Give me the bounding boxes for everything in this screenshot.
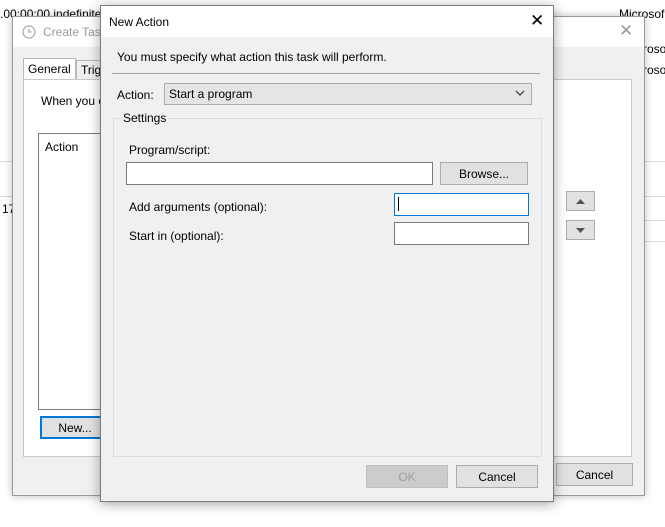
program-script-label: Program/script:	[129, 143, 211, 157]
action-select-value: Start a program	[169, 87, 253, 101]
actions-list-header: Action	[45, 140, 79, 154]
new-action-title: New Action	[109, 15, 170, 29]
text-caret	[398, 197, 399, 211]
settings-group-label: Settings	[121, 111, 169, 125]
bg-divider-right-4	[643, 241, 665, 242]
browse-button[interactable]: Browse...	[440, 162, 528, 185]
clock-icon	[22, 25, 36, 39]
bg-divider-right-3	[643, 220, 665, 221]
start-in-label: Start in (optional):	[129, 229, 224, 243]
bg-row-author-2: rosof	[643, 42, 665, 56]
close-icon[interactable]: ✕	[619, 21, 633, 41]
bg-row-author-3: rosof	[643, 63, 665, 77]
create-task-intro-text: When you c	[41, 94, 105, 108]
chevron-down-icon	[515, 90, 525, 96]
close-icon[interactable]: ✕	[530, 11, 544, 31]
arguments-label: Add arguments (optional):	[129, 200, 268, 214]
create-task-cancel-button[interactable]: Cancel	[556, 463, 633, 486]
move-up-button[interactable]	[566, 191, 595, 211]
action-label: Action:	[117, 88, 154, 102]
move-down-button[interactable]	[566, 220, 595, 240]
arguments-input[interactable]	[394, 193, 529, 216]
bg-divider-right	[643, 161, 665, 162]
program-script-input[interactable]	[126, 162, 433, 185]
cancel-button[interactable]: Cancel	[456, 465, 538, 488]
tab-general[interactable]: General	[23, 58, 76, 80]
new-action-titlebar[interactable]: New Action ✕	[101, 6, 553, 37]
action-select[interactable]: Start a program	[164, 83, 532, 105]
start-in-input[interactable]	[394, 222, 529, 245]
bg-divider-right-2	[643, 196, 665, 197]
instruction-text: You must specify what action this task w…	[117, 50, 387, 64]
instruction-separator	[112, 73, 540, 74]
new-action-dialog: New Action ✕ You must specify what actio…	[100, 5, 554, 502]
triangle-up-icon	[576, 198, 585, 204]
triangle-down-icon	[576, 227, 585, 233]
ok-button[interactable]: OK	[366, 465, 448, 488]
create-task-title: Create Task	[43, 25, 107, 39]
bg-divider-2	[0, 196, 12, 197]
bg-divider	[0, 161, 12, 162]
